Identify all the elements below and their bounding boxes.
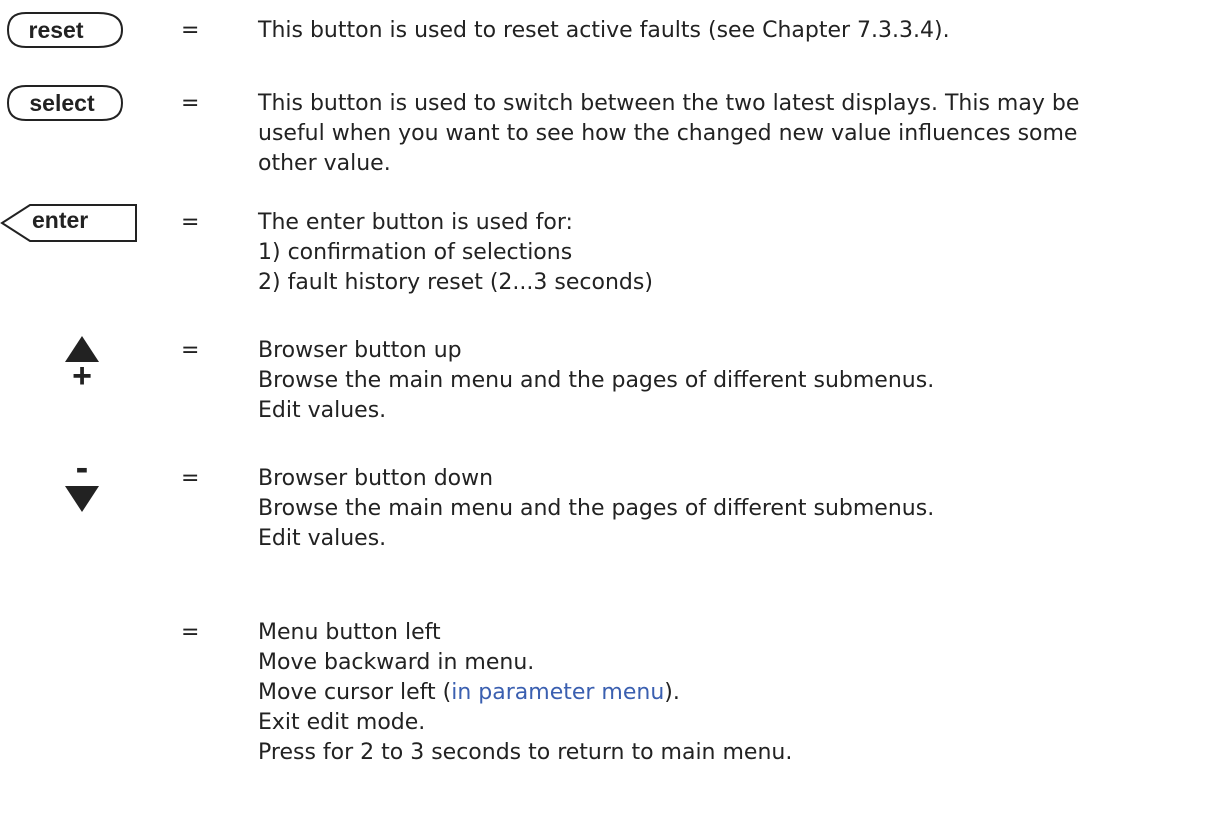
equals-sign: = <box>181 91 200 116</box>
left-desc-line-1: Menu button left <box>258 620 441 645</box>
down-description: Browser button down Browse the main menu… <box>258 464 934 554</box>
enter-desc-line-2: 1) confirmation of selections <box>258 240 573 265</box>
plus-icon: + <box>72 357 92 395</box>
equals-sign: = <box>181 466 200 491</box>
reset-button-label: reset <box>28 16 84 43</box>
up-desc-line-3: Edit values. <box>258 398 387 423</box>
select-button-label: select <box>29 89 95 116</box>
left-desc-line-3: Move cursor left (in parameter menu). <box>258 678 792 708</box>
triangle-down-icon <box>65 486 99 512</box>
parameter-menu-link[interactable]: in parameter menu <box>451 680 664 705</box>
enter-button-symbol: enter <box>0 203 140 243</box>
select-desc-line-1: This button is used to switch between th… <box>258 91 1080 116</box>
select-desc-line-2: useful when you want to see how the chan… <box>258 121 1078 146</box>
down-desc-line-3: Edit values. <box>258 526 387 551</box>
enter-description: The enter button is used for: 1) confirm… <box>258 208 653 298</box>
enter-desc-line-3: 2) fault history reset (2...3 seconds) <box>258 270 653 295</box>
enter-desc-line-1: The enter button is used for: <box>258 210 573 235</box>
equals-sign: = <box>181 18 200 43</box>
select-description: This button is used to switch between th… <box>258 89 1079 179</box>
up-description: Browser button up Browse the main menu a… <box>258 336 934 426</box>
equals-sign: = <box>181 620 200 645</box>
equals-sign: = <box>181 338 200 363</box>
enter-button-label: enter <box>32 207 89 233</box>
left-desc-line-3-post: ). <box>664 680 680 705</box>
up-desc-line-1: Browser button up <box>258 338 462 363</box>
left-desc-line-4: Exit edit mode. <box>258 710 426 735</box>
left-desc-line-2: Move backward in menu. <box>258 650 535 675</box>
reset-button-symbol: reset <box>6 11 124 49</box>
left-description: Menu button left Move backward in menu. … <box>258 618 792 768</box>
minus-icon: - <box>75 447 89 489</box>
reset-desc-line: This button is used to reset active faul… <box>258 18 950 43</box>
browser-down-symbol: - <box>62 448 102 530</box>
select-button-symbol: select <box>6 84 124 122</box>
reset-description: This button is used to reset active faul… <box>258 16 950 46</box>
down-desc-line-2: Browse the main menu and the pages of di… <box>258 496 935 521</box>
left-desc-line-5: Press for 2 to 3 seconds to return to ma… <box>258 740 793 765</box>
up-desc-line-2: Browse the main menu and the pages of di… <box>258 368 935 393</box>
down-desc-line-1: Browser button down <box>258 466 494 491</box>
equals-sign: = <box>181 210 200 235</box>
left-desc-line-3-pre: Move cursor left ( <box>258 680 452 705</box>
browser-up-symbol: + <box>62 334 102 398</box>
select-desc-line-3: other value. <box>258 151 391 176</box>
